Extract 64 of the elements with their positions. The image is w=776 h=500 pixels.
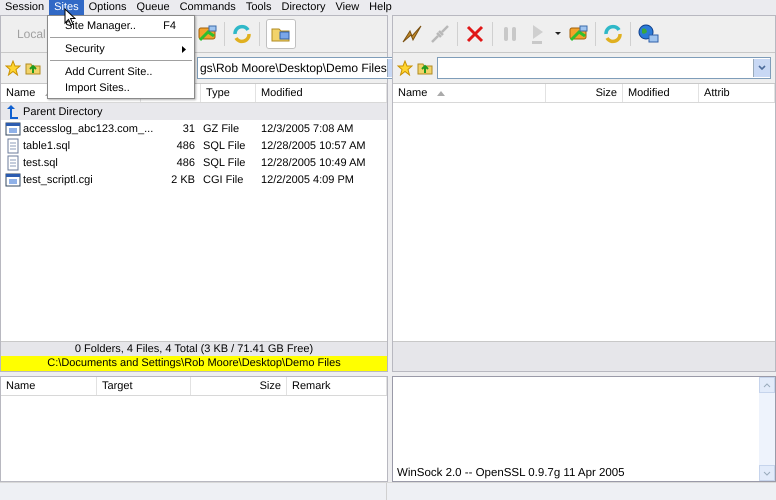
star-icon[interactable] — [397, 60, 413, 76]
menu-item[interactable]: Tools — [240, 0, 276, 15]
menu-item[interactable]: Options — [84, 0, 132, 15]
scrollbar[interactable] — [759, 377, 775, 481]
scroll-down-button[interactable] — [759, 465, 775, 481]
window-file-icon — [5, 120, 21, 136]
menu-item[interactable]: View — [330, 0, 364, 15]
file-type: GZ File — [202, 122, 240, 134]
lightning-icon[interactable] — [401, 23, 423, 45]
file-type: SQL File — [202, 156, 246, 168]
file-name[interactable]: test_scriptl.cgi — [23, 174, 93, 186]
menu-item[interactable]: Add Current Site.. — [48, 64, 194, 80]
close-icon[interactable] — [464, 23, 486, 45]
text-file-icon — [5, 138, 21, 154]
menu-item[interactable]: Queue — [132, 0, 175, 15]
file-modified: 12/28/2005 10:49 AM — [260, 156, 367, 168]
menu-item[interactable]: Site Manager.. F4 — [48, 18, 194, 34]
up-arrow-icon — [5, 104, 21, 120]
globe-computer-icon[interactable] — [637, 23, 659, 45]
file-modified: 12/2/2005 4:09 PM — [260, 174, 355, 186]
menu-item[interactable]: Session — [0, 0, 50, 15]
text-file-icon — [5, 154, 21, 170]
column-header[interactable]: Size — [191, 377, 287, 395]
caret-icon[interactable] — [555, 32, 561, 36]
column-header[interactable]: Type — [201, 84, 256, 102]
column-header[interactable]: Remark — [287, 377, 387, 395]
column-header[interactable]: Name — [1, 377, 97, 395]
current-path: C:\Documents and Settings\Rob Moore\Desktop\Demo Files — [1, 356, 387, 371]
plug-icon[interactable] — [429, 23, 451, 45]
scroll-up-button[interactable] — [759, 377, 775, 393]
file-name[interactable]: accesslog_abc123.com_... — [23, 122, 154, 134]
column-header[interactable]: Size — [546, 84, 623, 102]
menu-item[interactable]: Directory — [276, 0, 331, 15]
column-header[interactable]: Target — [97, 377, 191, 395]
star-icon[interactable] — [5, 60, 21, 76]
sort-arrow-icon — [437, 90, 446, 96]
menu-item[interactable]: Import Sites.. — [48, 80, 194, 96]
folder-summary: 0 Folders, 4 Files, 4 Total (3 KB / 71.41 GB Free) — [1, 341, 387, 356]
file-modified: 12/28/2005 10:57 AM — [260, 140, 367, 152]
file-name[interactable]: table1.sql — [23, 140, 70, 152]
file-type: CGI File — [202, 174, 244, 186]
submenu-arrow-icon — [182, 46, 186, 52]
column-header[interactable]: Attrib — [699, 84, 775, 102]
parent-directory-item[interactable]: Parent Directory — [23, 106, 102, 118]
file-size: 2 KB — [170, 174, 196, 186]
refresh-icon[interactable] — [230, 23, 253, 45]
column-header[interactable]: Modified — [256, 84, 387, 102]
column-header[interactable]: Name — [393, 84, 546, 102]
log-line: WinSock 2.0 -- OpenSSL 0.9.7g 11 Apr 2005 — [397, 467, 626, 479]
menu-item[interactable]: Commands — [174, 0, 241, 15]
menu-item[interactable]: Help — [364, 0, 397, 15]
submenu-item[interactable]: Security — [48, 41, 194, 57]
refresh-icon[interactable] — [602, 23, 624, 45]
file-size: 486 — [176, 140, 196, 152]
path-combo[interactable] — [437, 57, 771, 79]
column-header[interactable]: Modified — [623, 84, 699, 102]
window-file-icon — [5, 172, 21, 188]
dropdown-icon — [757, 63, 767, 73]
file-name[interactable]: test.sql — [23, 156, 58, 168]
file-type: SQL File — [202, 140, 246, 152]
menu-item[interactable]: Sites — [49, 0, 84, 15]
file-size: 486 — [176, 156, 196, 168]
folder-computer-button[interactable] — [266, 19, 296, 49]
file-modified: 12/3/2005 7:08 AM — [260, 122, 354, 134]
